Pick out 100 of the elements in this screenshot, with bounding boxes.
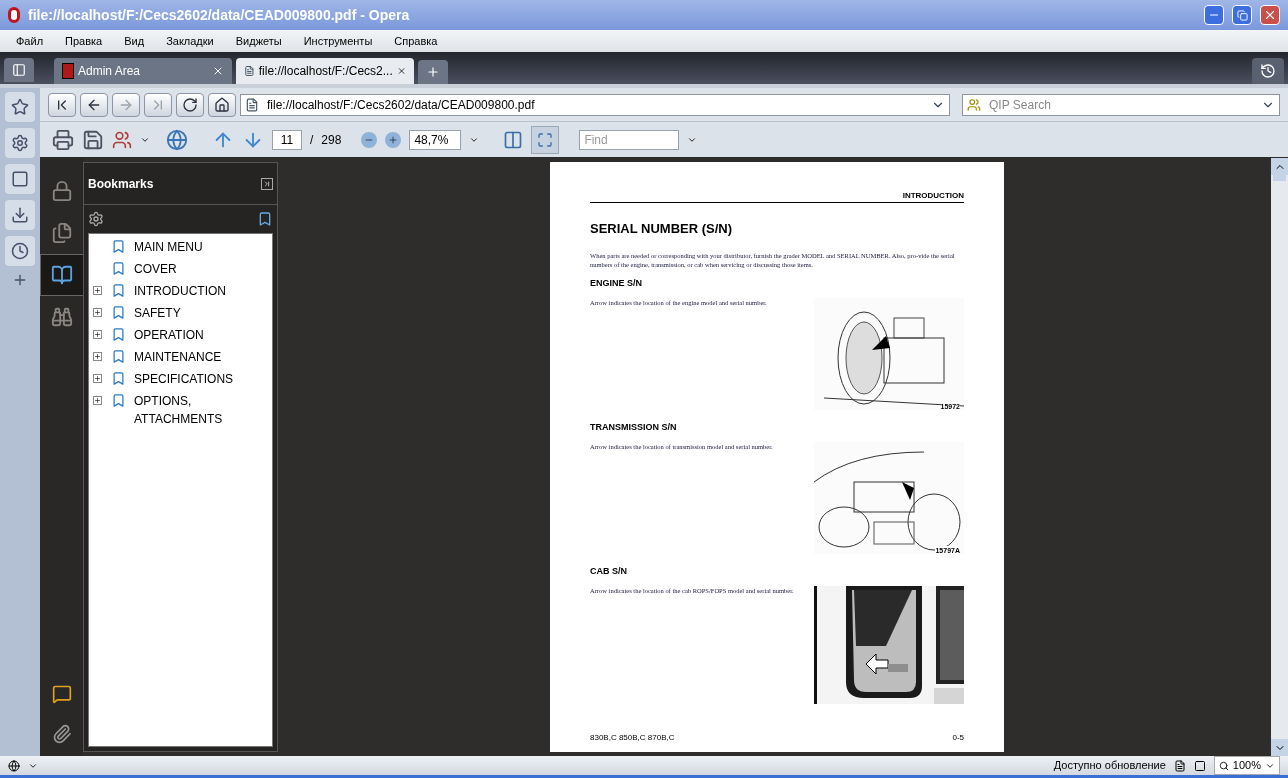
note-icon	[11, 170, 29, 188]
status-text: Доступно обновление	[1053, 758, 1166, 774]
bookmark-item[interactable]: SAFETY	[134, 304, 264, 322]
expand-icon[interactable]	[93, 286, 102, 295]
window-title: file://localhost/F:/Cecs2602/data/CEAD009800.pdf - Opera	[28, 5, 411, 25]
back-button[interactable]	[80, 92, 108, 117]
find-field[interactable]: Find	[579, 129, 680, 150]
browser-tab[interactable]: Admin Area	[54, 58, 232, 84]
globe-icon	[166, 128, 188, 151]
menu-item[interactable]: Справка	[394, 32, 438, 50]
expand-icon[interactable]	[93, 308, 102, 317]
close-tab-icon[interactable]	[212, 65, 224, 77]
bookmark-icon	[111, 283, 126, 298]
bookmark-item[interactable]: SPECIFICATIONS	[134, 370, 264, 388]
rewind-button[interactable]	[48, 92, 76, 117]
bookmark-item[interactable]: COVER	[134, 260, 264, 278]
close-icon	[1263, 8, 1277, 22]
bookmark-item[interactable]: MAINTENANCE	[134, 348, 264, 366]
binoculars-icon	[50, 306, 73, 328]
scroll-down-button[interactable]	[1271, 739, 1288, 756]
fit-page-button[interactable]	[531, 125, 560, 154]
plus-icon	[426, 65, 440, 79]
expand-icon[interactable]	[93, 374, 102, 383]
close-button[interactable]	[1260, 5, 1280, 25]
bookmark-icon	[111, 305, 126, 320]
fit-page-icon	[537, 131, 554, 148]
page-total: 298	[321, 131, 342, 149]
page-title: SERIAL NUMBER (S/N)	[590, 220, 734, 238]
downloads-panel-button[interactable]	[5, 200, 35, 230]
zoom-out-button[interactable]	[361, 131, 378, 148]
minimize-button[interactable]	[1204, 5, 1224, 25]
plus-icon	[388, 134, 399, 145]
address-field[interactable]: file://localhost/F:/Cecs2602/data/CEAD009800.pdf	[240, 93, 950, 116]
menu-item[interactable]: Файл	[16, 32, 44, 50]
panel-toggle-button[interactable]	[4, 58, 34, 82]
pages-icon	[50, 222, 73, 244]
section-heading: CAB S/N	[590, 564, 628, 578]
zoom-level: 100%	[1232, 758, 1261, 774]
browser-tab[interactable]: file://localhost/F:/Cecs2...	[236, 58, 414, 84]
bookmark-item[interactable]: OPTIONS, ATTACHMENTS	[134, 392, 264, 428]
page-footer: 830B,C 850B,C 870B,C	[590, 732, 675, 744]
closed-tabs-button[interactable]	[1252, 58, 1284, 84]
bookmark-item[interactable]: OPERATION	[134, 326, 264, 344]
menu-item[interactable]: Закладки	[166, 32, 214, 50]
expand-icon[interactable]	[93, 330, 102, 339]
zoom-in-button[interactable]	[385, 131, 402, 148]
options-icon	[88, 211, 104, 227]
menu-item[interactable]: Инструменты	[303, 32, 373, 50]
bookmark-icon	[111, 239, 126, 254]
close-tab-icon[interactable]	[396, 65, 406, 77]
scroll-up-button[interactable]	[1271, 158, 1288, 175]
bookmarks-panel-button[interactable]	[5, 92, 35, 122]
download-icon	[11, 206, 29, 224]
section-heading: TRANSMISSION S/N	[590, 420, 678, 434]
search-field[interactable]: QIP Search	[962, 93, 1280, 116]
reload-button[interactable]	[176, 92, 204, 117]
url-text: file://localhost/F:/Cecs2602/data/CEAD009800.pdf	[267, 96, 536, 114]
comments-icon	[51, 684, 72, 704]
bookmark-icon	[111, 261, 126, 276]
attachment-icon	[51, 724, 72, 744]
navigation-tab[interactable]	[40, 254, 83, 296]
zoom-control[interactable]: 100%	[1213, 756, 1280, 775]
clock-icon	[11, 242, 29, 260]
page-separator: /	[310, 131, 314, 149]
new-bookmark-icon	[257, 211, 273, 227]
expand-icon[interactable]	[93, 396, 102, 405]
expand-icon[interactable]	[93, 352, 102, 361]
document-icon	[1173, 759, 1186, 772]
notes-panel-button[interactable]	[5, 164, 35, 194]
scroll-thumb[interactable]	[1273, 173, 1286, 181]
restore-icon	[1236, 9, 1248, 21]
bookmark-item[interactable]: MAIN MENU	[134, 238, 264, 256]
collapse-panel-button[interactable]	[261, 177, 273, 190]
panel-icon	[12, 63, 26, 77]
home-icon	[214, 96, 230, 113]
page-number-field[interactable]: 11	[272, 129, 302, 150]
menu-item[interactable]: Правка	[65, 32, 103, 50]
zoom-field[interactable]: 48,7%	[409, 129, 462, 150]
settings-panel-button[interactable]	[5, 128, 35, 158]
bookmark-item[interactable]: INTRODUCTION	[134, 282, 264, 300]
history-panel-button[interactable]	[5, 236, 35, 266]
bookmark-icon	[111, 393, 126, 408]
collaborate-icon	[112, 129, 132, 150]
site-icon	[62, 63, 74, 79]
tab-title: file://localhost/F:/Cecs2...	[258, 63, 393, 80]
bookmark-icon	[111, 349, 126, 364]
menu-item[interactable]: Виджеты	[235, 32, 282, 50]
menu-item[interactable]: Вид	[124, 32, 145, 50]
home-button[interactable]	[208, 92, 236, 117]
print-icon	[52, 128, 74, 151]
network-icon	[8, 759, 20, 772]
new-tab-button[interactable]	[418, 60, 448, 84]
search-input[interactable]: QIP Search	[989, 95, 1253, 114]
page-number: 0-5	[952, 732, 964, 744]
reload-icon	[182, 96, 198, 113]
forward-button[interactable]	[112, 92, 140, 117]
collapse-icon	[263, 179, 271, 188]
gear-icon	[11, 134, 29, 152]
bookmark-icon	[111, 371, 126, 386]
maximize-button[interactable]	[1232, 5, 1252, 25]
